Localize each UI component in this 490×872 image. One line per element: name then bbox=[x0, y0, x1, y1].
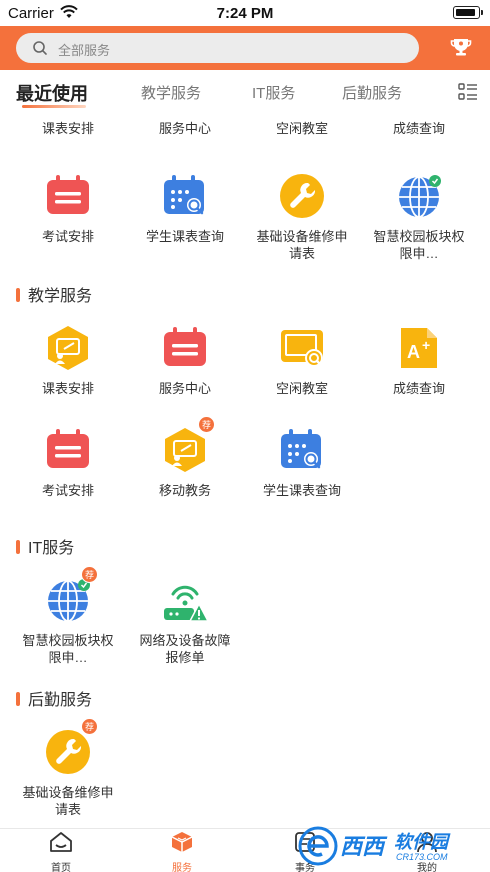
item-label: 基础设备维修申请表 bbox=[22, 785, 114, 817]
globe-icon: 荐 bbox=[44, 566, 98, 624]
watermark-text-2: 软件园 bbox=[394, 832, 448, 852]
item-label: 服务中心 bbox=[158, 381, 211, 396]
svg-text:+: + bbox=[422, 337, 430, 353]
item-label: 成绩查询 bbox=[392, 121, 445, 136]
wrench-icon: 荐 bbox=[44, 718, 98, 776]
watermark-url: CR173.COM bbox=[396, 852, 448, 862]
calendar-search-icon bbox=[278, 426, 326, 474]
item-label: 智慧校园板块权限申… bbox=[22, 633, 114, 665]
item-label: 考试安排 bbox=[41, 229, 94, 244]
search-placeholder: 全部服务 bbox=[58, 43, 111, 58]
teaching-item-student-timetable[interactable]: 学生课表查询 bbox=[242, 426, 362, 499]
classroom-search-icon bbox=[278, 324, 326, 372]
globe-icon bbox=[395, 172, 443, 220]
tab-recent[interactable]: 最近使用 bbox=[16, 80, 88, 106]
cube-icon bbox=[171, 832, 193, 852]
it-item-campus-permission[interactable]: 荐 智慧校园板块权限申… bbox=[8, 566, 128, 666]
recommend-badge: 荐 bbox=[81, 566, 98, 583]
item-label: 空闲教室 bbox=[275, 381, 328, 396]
recommend-badge: 荐 bbox=[198, 416, 215, 433]
watermark-text: 西西 bbox=[340, 834, 385, 859]
service-list: 课表安排 服务中心 空闲教室 成绩查询 考试安排 学生课表查询 基础设备维修申请… bbox=[0, 114, 490, 828]
teacher-board-icon: 荐 bbox=[161, 416, 215, 474]
logistics-item-equipment-repair[interactable]: 荐 基础设备维修申请表 bbox=[8, 718, 128, 818]
section-title-teaching: 教学服务 bbox=[16, 282, 92, 306]
item-label: 课表安排 bbox=[41, 121, 94, 136]
recommend-badge: 荐 bbox=[81, 718, 98, 735]
calendar-search-icon bbox=[161, 172, 209, 220]
wrench-icon bbox=[278, 172, 326, 220]
section-accent-bar bbox=[16, 692, 20, 706]
item-label: 考试安排 bbox=[41, 483, 94, 498]
home-icon bbox=[50, 832, 72, 852]
section-title-logistics: 后勤服务 bbox=[16, 686, 92, 710]
nav-label: 服务 bbox=[172, 863, 192, 872]
svg-text:A: A bbox=[407, 342, 420, 362]
teaching-item-schedule[interactable]: 课表安排 bbox=[8, 324, 128, 397]
calendar-icon bbox=[161, 324, 209, 372]
section-accent-bar bbox=[16, 288, 20, 302]
category-tabs: 最近使用 教学服务 IT服务 后勤服务 bbox=[0, 70, 490, 114]
calendar-icon bbox=[44, 426, 92, 474]
active-tab-indicator bbox=[22, 105, 86, 108]
recent-item-service-center[interactable]: 服务中心 bbox=[125, 118, 245, 137]
recent-item-campus-permission[interactable]: 智慧校园板块权限申… bbox=[359, 172, 479, 262]
teaching-item-free-classroom[interactable]: 空闲教室 bbox=[242, 324, 362, 397]
grid-menu-icon[interactable] bbox=[458, 83, 478, 106]
calendar-icon bbox=[44, 172, 92, 220]
battery-icon bbox=[453, 6, 483, 19]
watermark-logo: 西西 软件园 CR173.COM bbox=[296, 822, 472, 868]
header-bar: 全部服务 bbox=[0, 26, 490, 70]
item-label: 网络及设备故障报修单 bbox=[139, 633, 231, 665]
grade-doc-icon: A + bbox=[395, 324, 443, 372]
tab-it[interactable]: IT服务 bbox=[252, 82, 295, 103]
recent-item-student-timetable[interactable]: 学生课表查询 bbox=[125, 172, 245, 245]
item-label: 服务中心 bbox=[158, 121, 211, 136]
search-icon bbox=[32, 40, 48, 61]
section-accent-bar bbox=[16, 540, 20, 554]
teaching-item-service-center[interactable]: 服务中心 bbox=[125, 324, 245, 397]
item-label: 移动教务 bbox=[158, 483, 211, 498]
item-label: 空闲教室 bbox=[275, 121, 328, 136]
watermark-e-icon bbox=[298, 826, 338, 866]
teaching-item-mobile-affairs[interactable]: 荐 移动教务 bbox=[125, 416, 245, 499]
item-label: 课表安排 bbox=[41, 381, 94, 396]
clock: 7:24 PM bbox=[216, 5, 274, 22]
section-title-text: 教学服务 bbox=[28, 288, 93, 305]
nav-home[interactable]: 首页 bbox=[31, 831, 91, 872]
it-item-network-repair[interactable]: 网络及设备故障报修单 bbox=[125, 576, 245, 666]
recent-item-schedule[interactable]: 课表安排 bbox=[8, 118, 128, 137]
teacher-board-icon bbox=[44, 324, 92, 372]
teaching-item-exam[interactable]: 考试安排 bbox=[8, 426, 128, 499]
item-label: 成绩查询 bbox=[392, 381, 445, 396]
recent-item-equipment-repair[interactable]: 基础设备维修申请表 bbox=[242, 172, 362, 262]
status-bar: Carrier 7:24 PM bbox=[0, 0, 490, 26]
section-title-text: IT服务 bbox=[28, 540, 75, 557]
nav-label: 首页 bbox=[51, 863, 71, 872]
tab-logistics[interactable]: 后勤服务 bbox=[342, 82, 402, 103]
nav-services[interactable]: 服务 bbox=[152, 831, 212, 872]
recent-item-grades[interactable]: 成绩查询 bbox=[359, 118, 479, 137]
router-warning-icon bbox=[161, 576, 210, 624]
section-title-it: IT服务 bbox=[16, 534, 74, 558]
item-label: 学生课表查询 bbox=[262, 483, 341, 498]
section-title-text: 后勤服务 bbox=[28, 692, 93, 709]
teaching-item-grades[interactable]: A + 成绩查询 bbox=[359, 324, 479, 397]
recent-item-exam[interactable]: 考试安排 bbox=[8, 172, 128, 245]
item-label: 学生课表查询 bbox=[145, 229, 224, 244]
recent-item-free-classroom[interactable]: 空闲教室 bbox=[242, 118, 362, 137]
item-label: 基础设备维修申请表 bbox=[256, 229, 348, 261]
search-input[interactable]: 全部服务 bbox=[16, 33, 419, 63]
item-label: 智慧校园板块权限申… bbox=[373, 229, 465, 261]
tab-teaching[interactable]: 教学服务 bbox=[141, 82, 201, 103]
trophy-icon[interactable] bbox=[450, 36, 472, 63]
